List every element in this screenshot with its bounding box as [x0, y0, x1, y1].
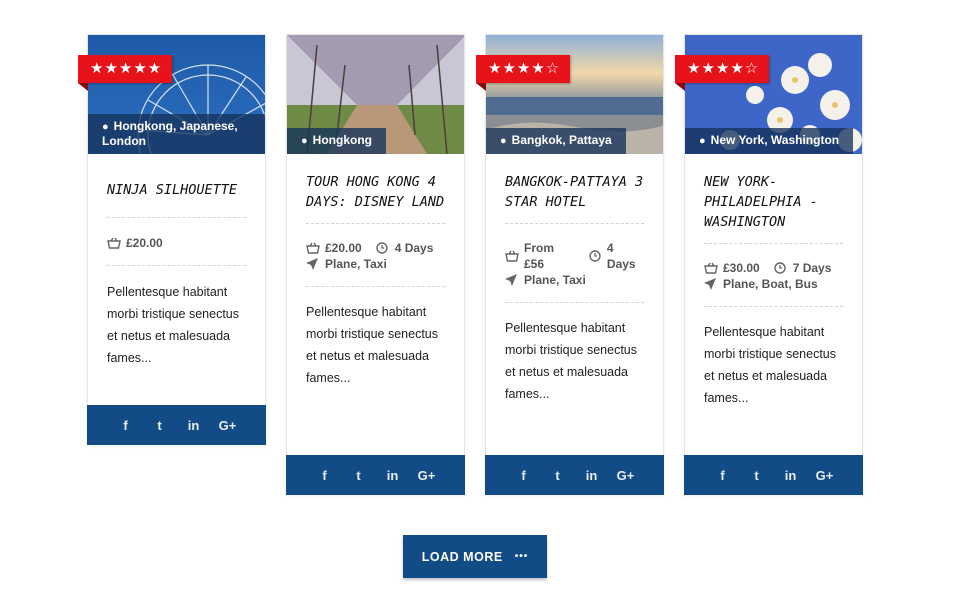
map-pin-icon: ●: [699, 135, 706, 147]
location-tag[interactable]: ● Bangkok, Pattaya: [486, 128, 626, 154]
tour-description: Pellentesque habitant morbi tristique se…: [107, 285, 240, 365]
star-rating: ★★★★☆: [476, 55, 571, 91]
location-tag[interactable]: ● Hongkong: [287, 128, 386, 154]
social-share-bar: f t in G+: [286, 455, 465, 495]
tour-title[interactable]: TOUR HONG KONG 4 DAYS: DISNEY LAND: [306, 154, 445, 224]
tour-description: Pellentesque habitant morbi tristique se…: [306, 305, 439, 385]
tour-price: £30.00: [723, 261, 760, 275]
clock-icon: [588, 250, 602, 262]
tour-description: Pellentesque habitant morbi tristique se…: [704, 325, 837, 405]
tour-transport: Plane, Taxi: [524, 273, 586, 287]
facebook-icon[interactable]: f: [308, 468, 342, 483]
star-rating: ★★★★★: [78, 55, 173, 91]
load-more-label: LOAD MORE: [421, 549, 503, 564]
location-label: Hongkong: [312, 133, 372, 147]
map-pin-icon: ●: [102, 121, 109, 133]
clock-icon: [376, 242, 390, 254]
clock-icon: [774, 262, 788, 274]
tour-transport: Plane, Boat, Bus: [723, 277, 818, 291]
facebook-icon[interactable]: f: [109, 418, 143, 433]
card-media[interactable]: ● Hongkong: [287, 35, 464, 154]
tour-price: £20.00: [126, 236, 163, 250]
tour-meta: £30.00 7 Days Plane, Boat, Bus: [704, 244, 843, 307]
google-plus-icon[interactable]: G+: [410, 468, 444, 483]
facebook-icon[interactable]: f: [706, 468, 740, 483]
basket-icon: [704, 262, 718, 274]
location-label: Bangkok, Pattaya: [511, 133, 612, 147]
social-share-bar: f t in G+: [87, 405, 266, 445]
tour-meta: £20.00 4 Days Plane, Taxi: [306, 224, 445, 287]
card-media[interactable]: ★★★★★ ● Hongkong, Japanese, London: [78, 35, 265, 154]
tour-duration: 4 Days: [394, 241, 434, 255]
twitter-icon[interactable]: t: [740, 468, 774, 483]
tour-card: ★★★★★ ● Hongkong, Japanese, London NINJA …: [78, 34, 266, 445]
social-share-bar: f t in G+: [684, 455, 863, 495]
linkedin-icon[interactable]: in: [575, 468, 609, 483]
location-label: New York, Washington: [710, 133, 840, 147]
tour-transport: Plane, Taxi: [325, 257, 387, 271]
linkedin-icon[interactable]: in: [376, 468, 410, 483]
map-pin-icon: ●: [301, 135, 308, 147]
tour-duration: 4 Days: [606, 241, 636, 271]
basket-icon: [306, 242, 320, 254]
tour-meta: £20.00: [107, 218, 246, 266]
tour-title[interactable]: BANGKOK-PATTAYA 3 STAR HOTEL: [505, 154, 644, 224]
location-tag[interactable]: ● Hongkong, Japanese, London: [88, 114, 265, 154]
tour-price: From £56: [524, 241, 554, 271]
tour-title[interactable]: NINJA SILHOUETTE: [107, 154, 246, 218]
twitter-icon[interactable]: t: [541, 468, 575, 483]
plane-icon: [704, 278, 718, 290]
social-share-bar: f t in G+: [485, 455, 664, 495]
linkedin-icon[interactable]: in: [774, 468, 808, 483]
tour-card: ★★★★☆ ● New York, Washington NEW YORK-PHI…: [675, 34, 863, 495]
tour-card: ● Hongkong TOUR HONG KONG 4 DAYS: DISNEY …: [286, 34, 465, 495]
basket-icon: [505, 250, 519, 262]
tour-title[interactable]: NEW YORK-PHILADELPHIA - WASHINGTON: [704, 154, 843, 244]
tour-description: Pellentesque habitant morbi tristique se…: [505, 321, 638, 401]
location-label: Hongkong, Japanese, London: [102, 119, 238, 148]
plane-icon: [306, 258, 320, 270]
tour-duration: 7 Days: [792, 261, 832, 275]
plane-icon: [505, 274, 519, 286]
tour-price: £20.00: [325, 241, 362, 255]
map-pin-icon: ●: [500, 135, 507, 147]
google-plus-icon[interactable]: G+: [211, 418, 245, 433]
tour-card: ★★★★☆ ● Bangkok, Pattaya BANGKOK-PATTAYA …: [476, 34, 664, 495]
tour-meta: From £56 4 Days Plane, Taxi: [505, 224, 644, 303]
card-media[interactable]: ★★★★☆ ● Bangkok, Pattaya: [476, 35, 663, 154]
google-plus-icon[interactable]: G+: [609, 468, 643, 483]
star-rating: ★★★★☆: [675, 55, 770, 91]
linkedin-icon[interactable]: in: [177, 418, 211, 433]
basket-icon: [107, 237, 121, 249]
google-plus-icon[interactable]: G+: [808, 468, 842, 483]
card-media[interactable]: ★★★★☆ ● New York, Washington: [675, 35, 862, 154]
load-more-button[interactable]: LOAD MORE •••: [403, 535, 547, 578]
twitter-icon[interactable]: t: [143, 418, 177, 433]
twitter-icon[interactable]: t: [342, 468, 376, 483]
location-tag[interactable]: ● New York, Washington: [685, 128, 854, 154]
facebook-icon[interactable]: f: [507, 468, 541, 483]
more-dots-icon: •••: [514, 551, 529, 562]
